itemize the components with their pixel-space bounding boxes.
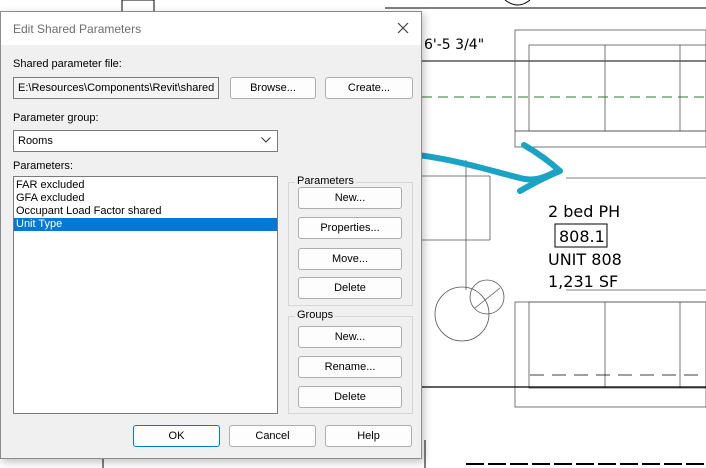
- parameter-move-button[interactable]: Move...: [298, 248, 402, 270]
- parameters-list[interactable]: FAR excluded GFA excluded Occupant Load …: [13, 176, 278, 414]
- unit-label: UNIT 808: [548, 250, 622, 269]
- parameter-group-value: Rooms: [18, 135, 53, 147]
- chevron-down-icon: [261, 137, 271, 143]
- ok-button[interactable]: OK: [133, 425, 220, 447]
- parameter-properties-button[interactable]: Properties...: [298, 217, 402, 239]
- list-item-selected[interactable]: Unit Type: [14, 218, 277, 231]
- help-button[interactable]: Help: [325, 425, 412, 447]
- area-label: 1,231 SF: [548, 272, 619, 291]
- groups-groupbox-legend: Groups: [295, 309, 336, 321]
- list-item[interactable]: GFA excluded: [14, 192, 277, 205]
- group-rename-button[interactable]: Rename...: [298, 356, 402, 378]
- group-new-button[interactable]: New...: [298, 326, 402, 348]
- parameter-new-button[interactable]: New...: [298, 187, 402, 209]
- shared-file-label: Shared parameter file:: [13, 58, 122, 70]
- room-name: 2 bed PH: [548, 202, 621, 221]
- close-icon: [397, 22, 409, 34]
- parameters-groupbox-legend: Parameters: [295, 175, 356, 187]
- close-button[interactable]: [391, 17, 415, 39]
- shared-file-path-field[interactable]: E:\Resources\Components\Revit\shared: [13, 77, 219, 99]
- dialog-titlebar[interactable]: Edit Shared Parameters: [1, 12, 421, 45]
- edit-shared-parameters-dialog: Edit Shared Parameters Shared parameter …: [0, 11, 422, 459]
- browse-button[interactable]: Browse...: [230, 77, 316, 99]
- parameter-group-select[interactable]: Rooms: [13, 130, 278, 152]
- cancel-button[interactable]: Cancel: [229, 425, 316, 447]
- parameter-group-label: Parameter group:: [13, 112, 99, 124]
- group-delete-button[interactable]: Delete: [298, 386, 402, 408]
- parameter-delete-button[interactable]: Delete: [298, 277, 402, 299]
- create-button[interactable]: Create...: [325, 77, 413, 99]
- dimension-text: 6'-5 3/4": [424, 37, 485, 53]
- dialog-title: Edit Shared Parameters: [13, 22, 142, 36]
- list-item[interactable]: FAR excluded: [14, 179, 277, 192]
- parameters-label: Parameters:: [13, 160, 73, 172]
- room-number-tag: 808.1: [559, 227, 605, 246]
- list-item[interactable]: Occupant Load Factor shared: [14, 205, 277, 218]
